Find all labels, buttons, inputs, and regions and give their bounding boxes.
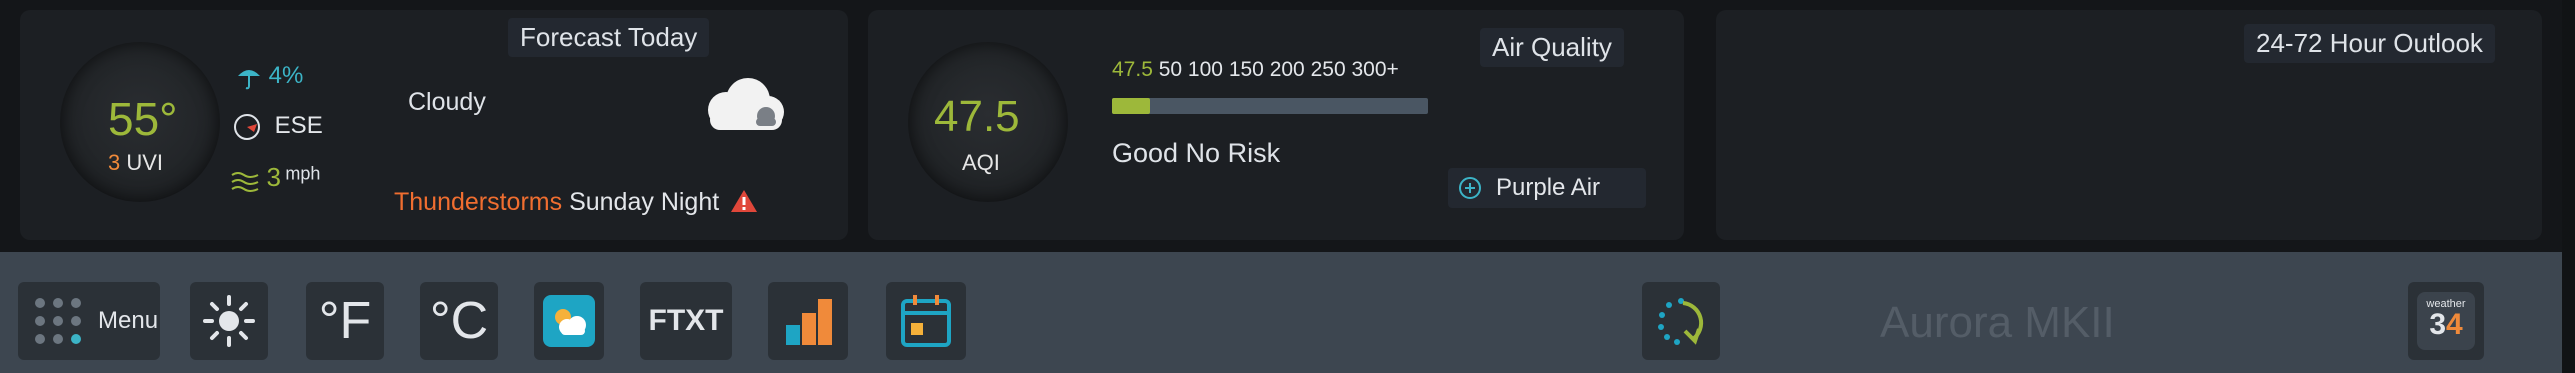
air-quality-panel: Air Quality 47.5 AQI 47.5 50 100 150 200… (868, 10, 1684, 240)
aqi-status: Good No Risk (1112, 138, 1281, 168)
aqi-scale-tick: 250 (1310, 58, 1346, 81)
cloud-icon (708, 78, 784, 130)
grid-menu-icon (35, 298, 81, 344)
temperature-dial: 55° 3 UVI (60, 42, 220, 202)
calendar-icon (901, 295, 951, 347)
aqi-bar (1112, 98, 1428, 114)
aqi-scale-current: 47.5 (1112, 58, 1153, 81)
alert-type: Thunderstorms (394, 188, 563, 216)
wind-direction-value: ESE (274, 112, 323, 140)
wind-icon (231, 171, 259, 192)
ftxt-label: FTXT (648, 304, 724, 337)
calendar-button[interactable] (886, 282, 966, 360)
outlook-panel: 24-72 Hour Outlook (1716, 10, 2542, 240)
celsius-button[interactable]: °C (420, 282, 498, 360)
aqi-value: 47.5 (934, 92, 1020, 141)
right-edge-strip (2562, 0, 2575, 373)
celsius-label: °C (429, 292, 489, 350)
menu-button[interactable]: Menu (18, 282, 160, 360)
sun-icon (203, 295, 255, 347)
aqi-label: AQI (962, 150, 1000, 175)
wind-direction-row: ESE (232, 112, 323, 142)
ftxt-button[interactable]: FTXT (640, 282, 732, 360)
temperature-value: 55° (108, 93, 178, 145)
aqi-scale-tick: 300+ (1351, 58, 1399, 81)
aqi-scale-tick: 100 (1187, 58, 1223, 81)
weather-app-icon (543, 295, 595, 347)
uvi-label: UVI (126, 150, 164, 175)
aqi-scale: 47.5 50 100 150 200 250 300+ (1112, 58, 1399, 82)
fahrenheit-label: °F (318, 292, 372, 350)
menu-label: Menu (98, 307, 159, 334)
bottom-toolbar (0, 252, 2562, 373)
alert-row: Thunderstorms Sunday Night (394, 188, 758, 217)
outlook-title: 24-72 Hour Outlook (2244, 24, 2495, 63)
purple-air-label: Purple Air (1496, 174, 1601, 201)
logo-num-a: 3 (2429, 308, 2446, 341)
aqi-scale-tick: 200 (1269, 58, 1305, 81)
uvi-row: 3 UVI (108, 150, 163, 176)
refresh-button[interactable] (1642, 282, 1720, 360)
aqi-scale-tick: 150 (1228, 58, 1264, 81)
aqi-bar-fill (1112, 98, 1150, 114)
plus-circle-icon (1459, 177, 1481, 199)
air-quality-title: Air Quality (1480, 28, 1624, 67)
warning-icon[interactable] (730, 188, 758, 214)
weather34-logo: weather 34 (2417, 292, 2475, 350)
forecast-title: Forecast Today (508, 18, 710, 57)
rain-chance-row: 4% (236, 62, 303, 90)
logo-num-b: 4 (2446, 308, 2463, 341)
fahrenheit-button[interactable]: °F (306, 282, 384, 360)
purple-air-button[interactable]: Purple Air (1448, 168, 1646, 208)
condition-text: Cloudy (408, 88, 486, 116)
brightness-button[interactable] (190, 282, 268, 360)
logo-number: 34 (2417, 310, 2475, 340)
rain-chance-value: 4% (268, 62, 304, 89)
aqi-dial: 47.5 AQI (908, 42, 1068, 202)
aqi-scale-tick: 50 (1158, 58, 1183, 81)
uvi-value: 3 (108, 150, 121, 175)
wind-speed-unit: mph (285, 163, 321, 184)
compass-icon (234, 114, 260, 140)
weather34-logo-button[interactable]: weather 34 (2408, 282, 2484, 360)
weather-app-button[interactable] (534, 282, 604, 360)
umbrella-icon (238, 69, 260, 89)
brand-text: Aurora MKII (1880, 298, 2115, 347)
forecast-panel: Forecast Today 55° 3 UVI 4% ESE 3 mph Cl… (20, 10, 848, 240)
alert-when: Sunday Night (569, 188, 720, 216)
wind-speed-row: 3 mph (230, 162, 320, 195)
charts-button[interactable] (768, 282, 848, 360)
wind-speed-value: 3 (266, 162, 281, 192)
refresh-icon (1658, 298, 1704, 345)
bar-chart-icon (786, 299, 832, 345)
